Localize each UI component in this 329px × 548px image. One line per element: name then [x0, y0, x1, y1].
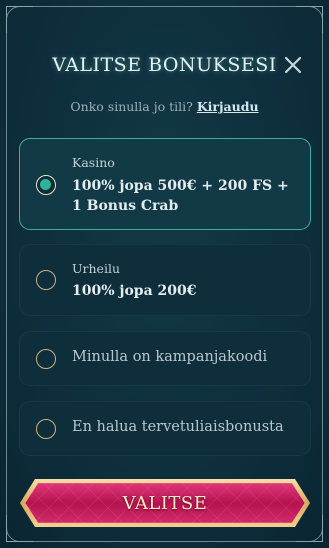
select-button[interactable]: VALITSE	[19, 478, 311, 528]
option-value-line2: 1 Bonus Crab	[72, 198, 179, 214]
option-value: 100% jopa 200€	[72, 283, 197, 299]
radio-button[interactable]	[36, 349, 56, 369]
radio-button[interactable]	[36, 419, 56, 439]
option-text: Minulla on kampanjakoodi	[72, 349, 268, 365]
bonus-option-promo-code[interactable]: Minulla on kampanjakoodi	[19, 331, 311, 386]
close-icon	[284, 56, 302, 74]
corner-ornament	[296, 6, 323, 33]
dialog-title: VALITSE BONUKSESI	[52, 54, 277, 76]
radio-button-selected[interactable]	[36, 175, 56, 195]
bonus-option-sports[interactable]: Urheilu 100% jopa 200€	[19, 244, 311, 316]
bonus-option-casino[interactable]: Kasino 100% jopa 500€ + 200 FS + 1 Bonus…	[19, 138, 311, 230]
login-prompt: Onko sinulla jo tili? Kirjaudu	[0, 99, 329, 114]
bonus-dialog: VALITSE BONUKSESI Onko sinulla jo tili? …	[0, 0, 329, 548]
bonus-option-no-bonus[interactable]: En halua tervetuliaisbonusta	[19, 401, 311, 456]
option-value-line1: 100% jopa 500€ + 200 FS +	[72, 178, 289, 194]
corner-ornament	[6, 6, 33, 33]
login-prompt-text: Onko sinulla jo tili?	[70, 99, 193, 114]
option-text: En halua tervetuliaisbonusta	[72, 419, 284, 435]
option-label: Urheilu	[72, 261, 121, 276]
button-background	[20, 479, 310, 527]
option-label: Kasino	[72, 155, 115, 170]
radio-button[interactable]	[36, 270, 56, 290]
close-button[interactable]	[281, 53, 305, 77]
login-link[interactable]: Kirjaudu	[197, 99, 259, 114]
